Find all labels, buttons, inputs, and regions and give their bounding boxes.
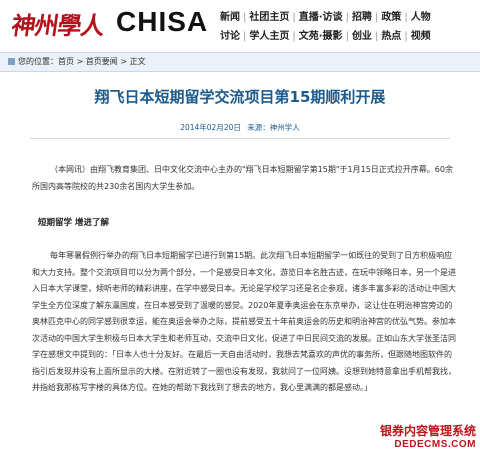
nav-item-startup[interactable]: 创业 [352, 27, 372, 42]
watermark-line-2: DEDECMS.COM [394, 439, 476, 450]
nav-item-hot[interactable]: 热点 [381, 27, 401, 42]
nav-separator: | [345, 31, 349, 42]
nav-item-people[interactable]: 人物 [411, 8, 431, 23]
nav-row-2: 讨论 | 学人主页 | 文苑·摄影 | 创业 | 热点 | 视频 [220, 27, 480, 46]
nav-item-scholar-home[interactable]: 学人主页 [249, 27, 289, 42]
nav-item-news[interactable]: 新闻 [220, 8, 240, 23]
breadcrumb-prefix: 您的位置： [18, 57, 58, 66]
nav-separator: | [292, 12, 296, 23]
nav-separator: | [243, 31, 247, 42]
article-meta: 2014年02月20日 来源：神州学人 [0, 122, 480, 133]
nav-item-policy[interactable]: 政策 [381, 8, 401, 23]
home-icon [8, 58, 15, 65]
title-divider [30, 138, 450, 139]
nav-item-video[interactable]: 视频 [411, 27, 431, 42]
nav-item-literature[interactable]: 文苑·摄影 [299, 27, 343, 42]
nav-separator: | [292, 31, 296, 42]
breadcrumb-home[interactable]: 首页 [58, 57, 74, 66]
nav-item-live[interactable]: 直播·访谈 [299, 8, 343, 23]
nav-separator: | [374, 31, 379, 42]
breadcrumb-separator: > [74, 57, 86, 66]
nav-separator: | [374, 12, 379, 23]
nav-separator: | [404, 31, 408, 42]
nav-separator: | [404, 12, 408, 23]
article: 翔飞日本短期留学交流项目第15期顺利开展 2014年02月20日 来源：神州学人… [0, 72, 480, 454]
article-date: 2014年02月20日 [180, 123, 241, 132]
main-nav: 新闻 | 社团主页 | 直播·访谈 | 招聘 | 政策 | 人物 讨论 | 学人主页 | 文苑·摄影 | 创业 |… [220, 8, 480, 46]
nav-row-1: 新闻 | 社团主页 | 直播·访谈 | 招聘 | 政策 | 人物 [220, 8, 480, 27]
breadcrumb-headlines[interactable]: 首页要闻 [86, 57, 118, 66]
breadcrumb-current: 正文 [129, 57, 146, 66]
breadcrumb-separator: > [117, 57, 130, 66]
site-logo-chinese[interactable]: 神州學人 [10, 6, 107, 41]
article-paragraph-1: （本网讯）由翔飞教育集团、日中文化交流中心主办的"翔飞日本短期留学第15期"于1… [32, 165, 453, 191]
nav-item-community[interactable]: 社团主页 [249, 8, 289, 23]
article-source: 来源：神州学人 [247, 123, 300, 132]
breadcrumb-bar: 您的位置：首页 > 首页要闻 > 正文 [0, 52, 480, 72]
nav-separator: | [243, 12, 247, 23]
watermark-line-1: 银券内容管理系统 [379, 424, 476, 438]
site-logo-english[interactable]: CHISA [116, 6, 208, 38]
article-subheading: 短期留学 增进了解 [38, 218, 109, 228]
nav-item-jobs[interactable]: 招聘 [352, 8, 372, 23]
article-paragraph-2: 每年寒暑假例行举办的翔飞日本短期留学已进行到第15期。此次翔飞日本短期留学一如既… [32, 251, 456, 392]
site-header: 神州學人 CHISA 新闻 | 社团主页 | 直播·访谈 | 招聘 | 政策 | 人物 讨论 | 学人主… [0, 0, 480, 50]
breadcrumb: 您的位置：首页 > 首页要闻 > 正文 [8, 56, 146, 67]
nav-item-discussion[interactable]: 讨论 [220, 27, 240, 42]
watermark: 银券内容管理系统 DEDECMS.COM [378, 422, 476, 450]
nav-separator: | [345, 12, 349, 23]
article-title: 翔飞日本短期留学交流项目第15期顺利开展 [94, 88, 386, 106]
